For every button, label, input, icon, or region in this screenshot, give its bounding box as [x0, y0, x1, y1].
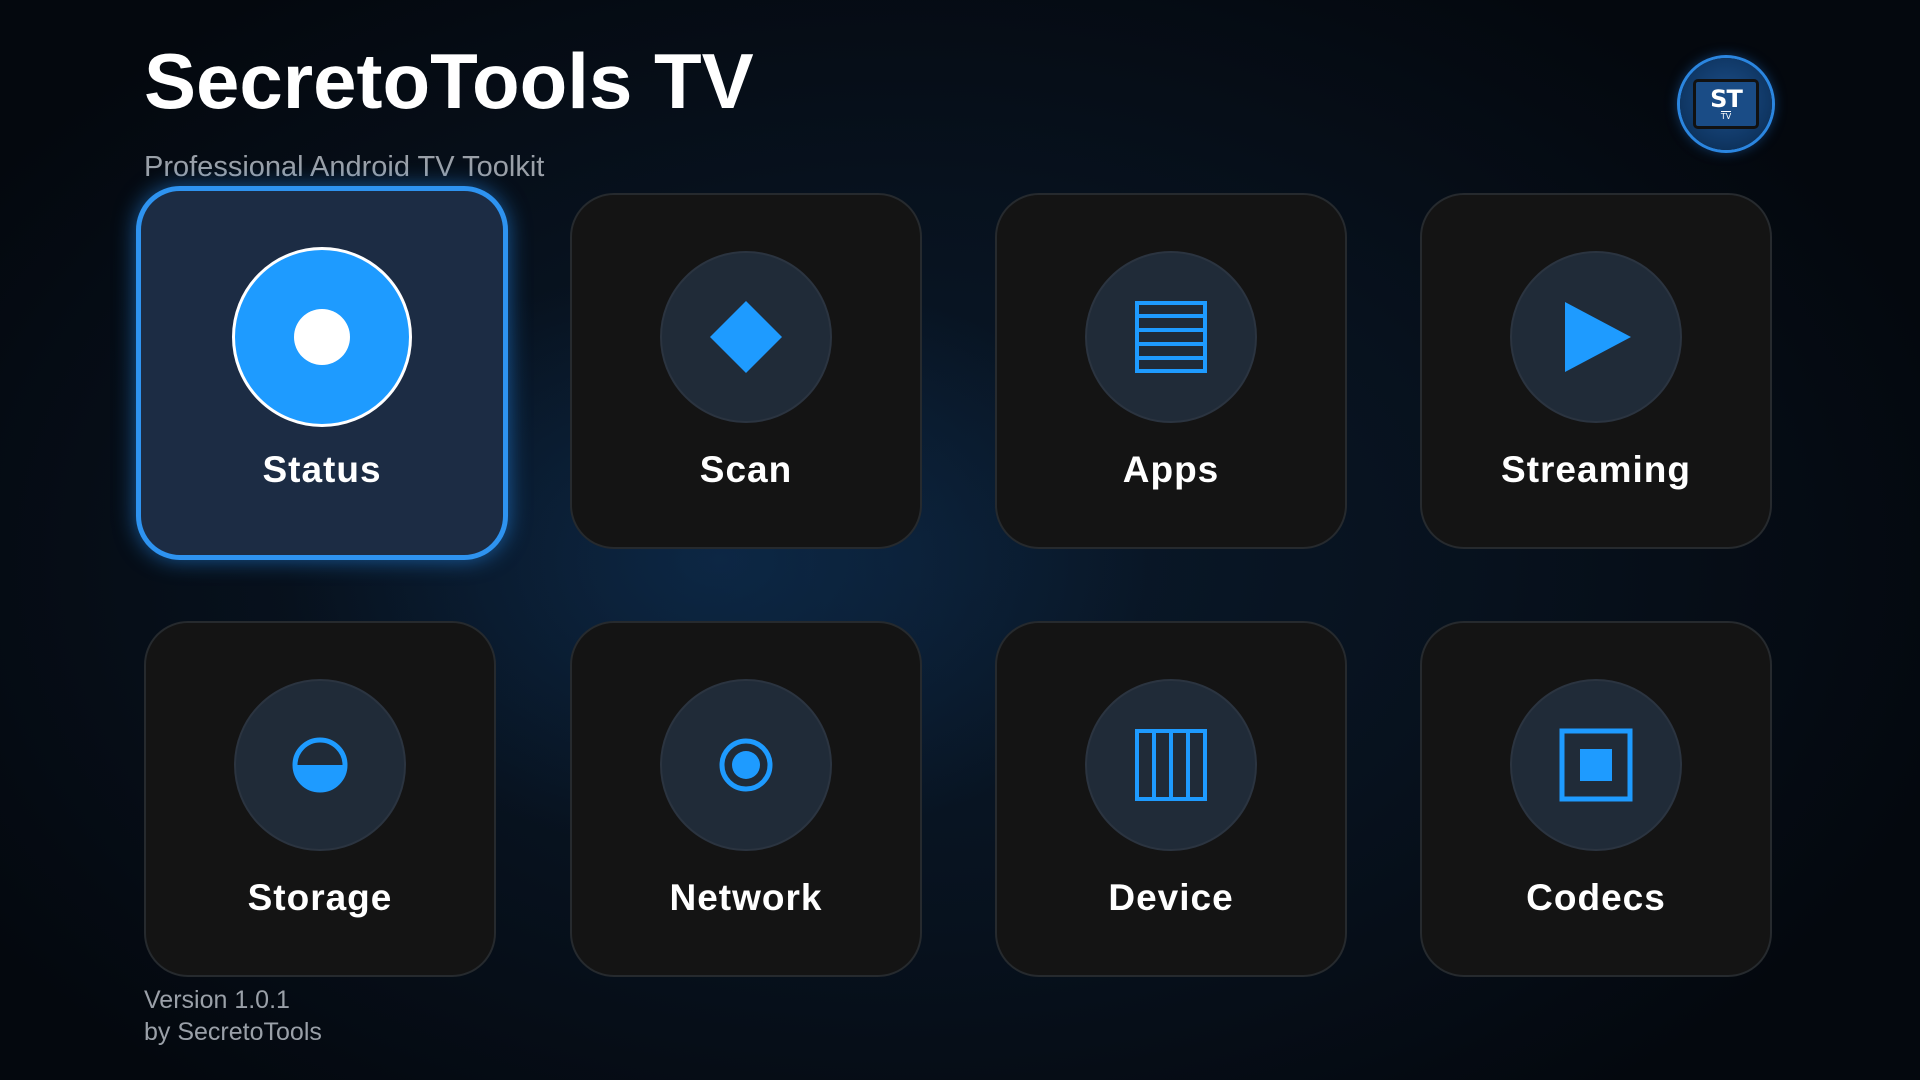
tile-streaming[interactable]: Streaming	[1420, 193, 1772, 549]
tile-label: Network	[669, 877, 823, 918]
version-info: Version 1.0.1 by SecretoTools	[144, 984, 322, 1048]
logo-sub: TV	[1720, 111, 1732, 121]
app-title: SecretoTools TV	[144, 37, 754, 125]
app-subtitle: Professional Android TV Toolkit	[144, 151, 545, 183]
tile-codecs[interactable]: Codecs	[1420, 621, 1772, 977]
version-text: Version 1.0.1	[144, 986, 290, 1014]
play-icon	[1510, 251, 1682, 423]
author-text: by SecretoTools	[144, 1018, 322, 1046]
diamond-icon	[660, 251, 832, 423]
tile-label: Storage	[247, 877, 393, 918]
tile-storage[interactable]: Storage	[144, 621, 496, 977]
tile-label: Apps	[1122, 449, 1220, 490]
tile-label: Streaming	[1501, 449, 1691, 490]
tile-apps[interactable]: Apps	[995, 193, 1347, 549]
columns-icon	[1085, 679, 1257, 851]
status-dot-icon	[232, 247, 412, 427]
tile-label: Codecs	[1526, 877, 1666, 918]
tile-label: Scan	[699, 449, 793, 490]
half-circle-icon	[234, 679, 406, 851]
tile-label: Device	[1108, 877, 1234, 918]
list-icon	[1085, 251, 1257, 423]
logo-badge: ST TV	[1693, 79, 1759, 129]
tile-network[interactable]: Network	[570, 621, 922, 977]
square-box-icon	[1510, 679, 1682, 851]
app-header: SecretoTools TV Professional Android TV …	[144, 36, 754, 184]
tile-status[interactable]: Status	[136, 186, 508, 560]
tile-label: Status	[262, 449, 382, 490]
logo-text: ST	[1710, 85, 1743, 113]
app-logo: ST TV	[1680, 58, 1772, 150]
tile-scan[interactable]: Scan	[570, 193, 922, 549]
radio-target-icon	[660, 679, 832, 851]
tile-device[interactable]: Device	[995, 621, 1347, 977]
